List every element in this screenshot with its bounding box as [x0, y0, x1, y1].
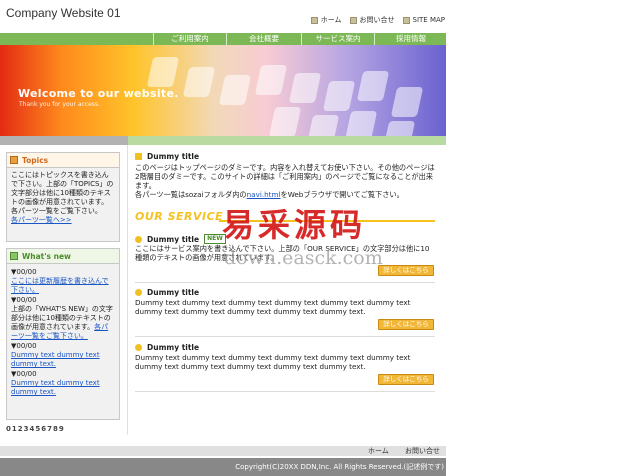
keyboard-key-shape [182, 67, 216, 97]
item-separator [135, 391, 435, 392]
hero-image: Welcome to our website. Thank you for yo… [0, 45, 446, 136]
service-item-title-label: Dummy title [147, 288, 200, 297]
topnav-contact-link[interactable]: お問い合せ [349, 15, 395, 25]
whatsnew-heading-label: What's new [22, 251, 71, 261]
hero-bottom-bar [0, 136, 446, 145]
news-date: ▼00/00 [11, 342, 37, 350]
phone-number: 0123456789 [6, 425, 65, 433]
square-bullet-icon [349, 16, 357, 24]
intro-paragraph: このページはトップページのダミーです。内容を入れ替えてお使い下さい。その他のペー… [135, 163, 435, 190]
topnav-sitemap-link[interactable]: SITE MAP [402, 15, 445, 25]
service-item-text: Dummy text dummy text dummy text dummy t… [135, 353, 411, 371]
topics-text: ここにはトピックスを書き込んで下さい。上部の「TOPICS」の文字部分は他に10… [11, 171, 114, 215]
keyboard-key-shape [288, 73, 322, 103]
news-item-link[interactable]: Dummy text dummy text dummy text. [11, 379, 115, 397]
keyboard-key-shape [254, 65, 288, 95]
sidebar-whatsnew-box: What's new ▼00/00 ここには更新履歴を書き込んで下さい。 ▼00… [6, 248, 120, 420]
footer-copyright: Copyright(C)20XX DDN,Inc. All Rights Res… [0, 458, 446, 476]
parts-list-link[interactable]: 各パーツ一覧へ>> [11, 216, 115, 225]
item-separator [135, 282, 435, 283]
topnav-label: お問い合せ [359, 16, 395, 24]
keyboard-key-shape [390, 87, 424, 117]
topics-heading-label: Topics [22, 155, 49, 165]
news-date: ▼00/00 [11, 296, 37, 304]
footer-home-link[interactable]: ホーム [368, 446, 389, 456]
service-item-title: Dummy title [135, 343, 199, 352]
sidebar-divider [127, 145, 128, 435]
service-item-text: Dummy text dummy text dummy text dummy t… [135, 298, 411, 316]
hero-title: Welcome to our website. [18, 87, 179, 100]
service-item-title-label: Dummy title [147, 234, 200, 244]
square-bullet-icon [310, 16, 318, 24]
navi-html-link[interactable]: navi.html [247, 190, 281, 199]
sidebar-topics-box: Topics ここにはトピックスを書き込んで下さい。上部の「TOPICS」の文字… [6, 152, 120, 242]
news-date: ▼00/00 [11, 370, 37, 378]
details-button[interactable]: 詳しくはこちら [378, 374, 434, 385]
topics-icon [10, 156, 18, 164]
nav-item-service[interactable]: サービス案内 [301, 33, 374, 45]
keyboard-key-shape [356, 71, 390, 101]
keyboard-key-shape [268, 107, 302, 136]
service-item-title: Dummy title [135, 288, 199, 297]
details-button[interactable]: 詳しくはこちら [378, 265, 434, 276]
hero-subtitle: Thank you for your access. [19, 101, 100, 108]
details-button[interactable]: 詳しくはこちら [378, 319, 434, 330]
nav-item-company[interactable]: 会社概要 [226, 33, 301, 45]
topnav-label: ホーム [320, 16, 342, 24]
whatsnew-icon [10, 252, 18, 260]
intro-title: Dummy title [135, 152, 199, 161]
intro-text-pre: 各パーツ一覧はsozaiフォルダ内の [135, 190, 247, 199]
keyboard-key-shape [382, 121, 416, 136]
intro-paragraph-2: 各パーツ一覧はsozaiフォルダ内のnavi.htmlをWebブラウザで開いてご… [135, 190, 435, 199]
service-banner-text: OUR SERVICE [135, 210, 224, 223]
footer-links: ホーム お問い合せ [0, 446, 446, 456]
news-item-link[interactable]: Dummy text dummy text dummy text. [11, 351, 115, 369]
hero-bar-grey-segment [0, 136, 128, 145]
whatsnew-heading: What's new [7, 249, 119, 264]
intro-title-label: Dummy title [147, 152, 200, 161]
circle-bullet-icon [135, 289, 142, 296]
footer-contact-link[interactable]: お問い合せ [405, 446, 440, 456]
keyboard-key-shape [322, 81, 356, 111]
topics-heading: Topics [7, 153, 119, 168]
keyboard-key-shape [146, 57, 180, 87]
circle-bullet-icon [135, 235, 142, 243]
intro-text: このページはトップページのダミーです。内容を入れ替えてお使い下さい。その他のペー… [135, 163, 435, 199]
news-date: ▼00/00 [11, 268, 37, 276]
square-bullet-icon [402, 16, 410, 24]
intro-text-post: をWebブラウザで開いてご覧下さい。 [280, 190, 404, 199]
watermark-chinese: 易采源码 [222, 206, 367, 244]
watermark-url: down.easck.com [224, 247, 383, 269]
topnav-label: SITE MAP [412, 16, 445, 24]
keyboard-key-shape [344, 111, 378, 136]
keyboard-key-shape [306, 115, 340, 136]
news-item-text: 上部の「WHAT'S NEW」の文字部分は他に10種類のテキストの画像が用意され… [11, 305, 115, 341]
main-nav: ご利用案内 会社概要 サービス案内 採用情報 [0, 33, 446, 45]
keyboard-key-shape [218, 75, 252, 105]
square-bullet-icon [135, 153, 142, 160]
topnav-home-link[interactable]: ホーム [310, 15, 342, 25]
nav-item-guide[interactable]: ご利用案内 [153, 33, 226, 45]
news-item-link[interactable]: ここには更新履歴を書き込んで下さい。 [11, 277, 115, 295]
item-separator [135, 336, 435, 337]
nav-item-recruit[interactable]: 採用情報 [374, 33, 447, 45]
top-nav: ホーム お問い合せ SITE MAP [310, 15, 445, 25]
service-item-title: Dummy title NEW [135, 234, 226, 244]
site-title: Company Website 01 [6, 6, 121, 20]
circle-bullet-icon [135, 344, 142, 351]
service-item-title-label: Dummy title [147, 343, 200, 352]
